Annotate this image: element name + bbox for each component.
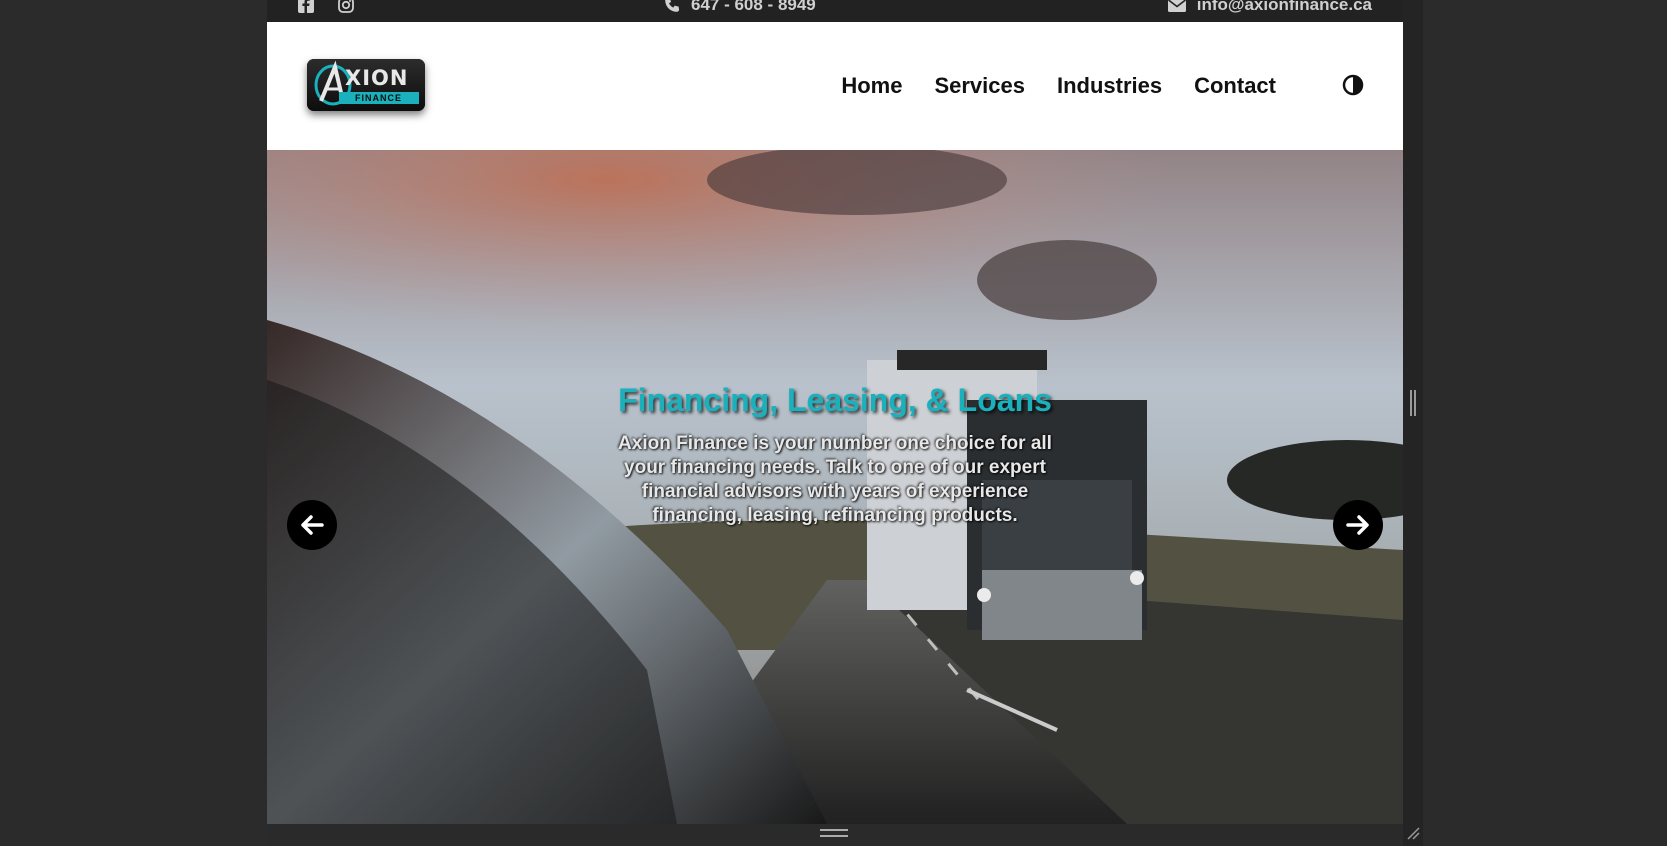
- email-address[interactable]: info@axionfinance.ca: [1197, 0, 1372, 15]
- nav-contact[interactable]: Contact: [1194, 73, 1276, 99]
- slider-prev-button[interactable]: [287, 500, 337, 550]
- half-circle-contrast-icon[interactable]: [1342, 74, 1364, 96]
- site-header: XION FINANCE Home Services Industries Co…: [267, 22, 1403, 150]
- arrow-right-icon: [1346, 515, 1369, 535]
- axion-finance-logo[interactable]: XION FINANCE: [307, 59, 425, 111]
- arrow-left-icon: [301, 515, 324, 535]
- instagram-icon[interactable]: [337, 0, 355, 14]
- hero-description: Axion Finance is your number one choice …: [618, 433, 1052, 526]
- phone-number[interactable]: 647 - 608 - 8949: [691, 0, 816, 15]
- resize-corner-icon[interactable]: [1406, 826, 1420, 840]
- nav-home[interactable]: Home: [841, 73, 902, 99]
- nav-industries[interactable]: Industries: [1057, 73, 1162, 99]
- facebook-icon[interactable]: [297, 0, 315, 14]
- nav-services[interactable]: Services: [934, 73, 1025, 99]
- logo-wordmark: XION: [345, 66, 409, 90]
- main-nav: Home Services Industries Contact: [841, 73, 1276, 99]
- phone-icon: [663, 0, 681, 14]
- social-links: [297, 0, 355, 14]
- email-contact[interactable]: info@axionfinance.ca: [1167, 0, 1372, 15]
- website-frame: 647 - 608 - 8949 info@axionfinance.ca XI…: [267, 0, 1403, 846]
- logo-tagline: FINANCE: [355, 93, 402, 103]
- drag-handle-icon[interactable]: [820, 829, 848, 837]
- hero-slider: Financing, Leasing, & Loans Axion Financ…: [267, 150, 1403, 824]
- hero-title: Financing, Leasing, & Loans: [618, 382, 1052, 418]
- envelope-icon: [1167, 0, 1187, 13]
- phone-contact[interactable]: 647 - 608 - 8949: [663, 0, 816, 15]
- contact-topbar: 647 - 608 - 8949 info@axionfinance.ca: [267, 0, 1403, 22]
- slider-next-button[interactable]: [1333, 500, 1383, 550]
- vertical-resize-handle[interactable]: [1410, 390, 1416, 416]
